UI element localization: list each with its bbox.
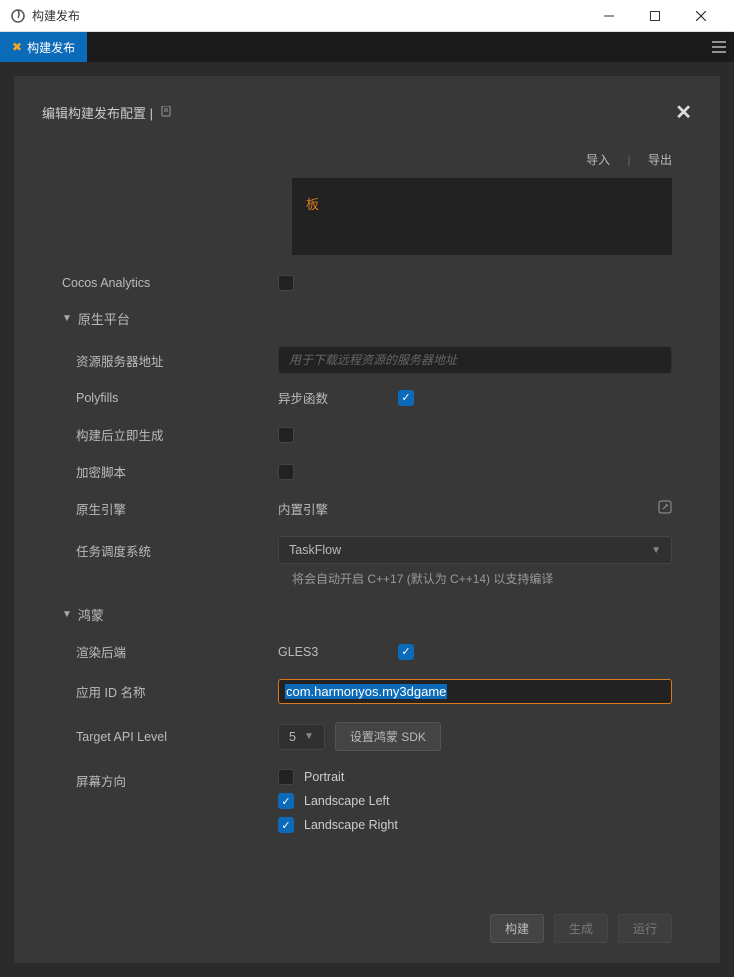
close-window-button[interactable] bbox=[678, 0, 724, 32]
row-app-id: 应用 ID 名称 com.harmonyos.my3dgame bbox=[62, 679, 672, 704]
polyfills-async-checkbox[interactable]: ✓ bbox=[398, 390, 414, 406]
row-render-backend: 渲染后端 GLES3 ✓ bbox=[62, 642, 672, 661]
row-resource-server: 资源服务器地址 bbox=[62, 346, 672, 374]
cocos-analytics-checkbox[interactable] bbox=[278, 275, 294, 291]
import-export-row: 导入 | 导出 bbox=[14, 151, 720, 178]
row-task-system: 任务调度系统 TaskFlow ▼ bbox=[62, 536, 672, 564]
row-orientation: 屏幕方向 Portrait ✓ Landscape Left ✓ Landsca… bbox=[62, 769, 672, 841]
orientation-landscape-right: ✓ Landscape Right bbox=[278, 817, 398, 833]
render-backend-label: GLES3 bbox=[278, 645, 398, 659]
tab-bar: ✖ 构建发布 bbox=[0, 32, 734, 62]
row-polyfills: Polyfills 异步函数 ✓ bbox=[62, 388, 672, 407]
portrait-checkbox[interactable] bbox=[278, 769, 294, 785]
row-cocos-analytics: Cocos Analytics bbox=[62, 275, 672, 291]
generate-button[interactable]: 生成 bbox=[554, 914, 608, 943]
wrench-icon: ✖ bbox=[12, 40, 22, 54]
run-button[interactable]: 运行 bbox=[618, 914, 672, 943]
build-after-checkbox[interactable] bbox=[278, 427, 294, 443]
task-system-select[interactable]: TaskFlow ▼ bbox=[278, 536, 672, 564]
polyfills-async-label: 异步函数 bbox=[278, 388, 398, 407]
doc-icon[interactable] bbox=[161, 106, 173, 121]
row-native-engine: 原生引擎 内置引擎 bbox=[62, 499, 672, 518]
task-system-helper: 将会自动开启 C++17 (默认为 C++14) 以支持编译 bbox=[292, 570, 672, 587]
chevron-down-icon: ▼ bbox=[62, 609, 72, 620]
form-body: Cocos Analytics ▼ 原生平台 资源服务器地址 Polyfills… bbox=[14, 275, 720, 898]
chevron-down-icon: ▼ bbox=[62, 313, 72, 324]
build-button[interactable]: 构建 bbox=[490, 914, 544, 943]
row-target-api: Target API Level 5 ▼ 设置鸿蒙 SDK bbox=[62, 722, 672, 751]
section-harmony[interactable]: ▼ 鸿蒙 bbox=[62, 605, 672, 624]
native-engine-value: 内置引擎 bbox=[278, 499, 328, 518]
content-area: 编辑构建发布配置 | ✕ 导入 | 导出 板 Cocos Analytics ▼… bbox=[0, 62, 734, 977]
close-panel-button[interactable]: ✕ bbox=[675, 100, 692, 125]
row-encrypt: 加密脚本 bbox=[62, 462, 672, 481]
render-backend-checkbox[interactable]: ✓ bbox=[398, 644, 414, 660]
resource-server-input[interactable] bbox=[278, 346, 672, 374]
config-panel: 编辑构建发布配置 | ✕ 导入 | 导出 板 Cocos Analytics ▼… bbox=[14, 76, 720, 963]
hamburger-menu-button[interactable] bbox=[704, 32, 734, 62]
section-native-platform[interactable]: ▼ 原生平台 bbox=[62, 309, 672, 328]
landscape-left-checkbox[interactable]: ✓ bbox=[278, 793, 294, 809]
edit-icon[interactable] bbox=[658, 500, 672, 517]
target-api-select[interactable]: 5 ▼ bbox=[278, 724, 325, 750]
chevron-down-icon: ▼ bbox=[304, 731, 314, 742]
import-link[interactable]: 导入 bbox=[586, 153, 610, 167]
window-titlebar: 构建发布 bbox=[0, 0, 734, 32]
window-title: 构建发布 bbox=[32, 7, 586, 24]
tab-build-publish[interactable]: ✖ 构建发布 bbox=[0, 32, 87, 62]
footer-buttons: 构建 生成 运行 bbox=[14, 898, 720, 943]
maximize-button[interactable] bbox=[632, 0, 678, 32]
banner-box: 板 bbox=[292, 178, 672, 255]
app-id-input[interactable]: com.harmonyos.my3dgame bbox=[278, 679, 672, 704]
encrypt-checkbox[interactable] bbox=[278, 464, 294, 480]
export-link[interactable]: 导出 bbox=[648, 153, 672, 167]
minimize-button[interactable] bbox=[586, 0, 632, 32]
landscape-right-checkbox[interactable]: ✓ bbox=[278, 817, 294, 833]
chevron-down-icon: ▼ bbox=[651, 545, 661, 556]
app-icon bbox=[10, 8, 26, 24]
panel-title: 编辑构建发布配置 | bbox=[42, 103, 173, 122]
row-build-after: 构建后立即生成 bbox=[62, 425, 672, 444]
orientation-portrait: Portrait bbox=[278, 769, 344, 785]
panel-header: 编辑构建发布配置 | ✕ bbox=[14, 100, 720, 151]
tab-label: 构建发布 bbox=[27, 39, 75, 56]
set-harmony-sdk-button[interactable]: 设置鸿蒙 SDK bbox=[335, 722, 441, 751]
orientation-landscape-left: ✓ Landscape Left bbox=[278, 793, 390, 809]
